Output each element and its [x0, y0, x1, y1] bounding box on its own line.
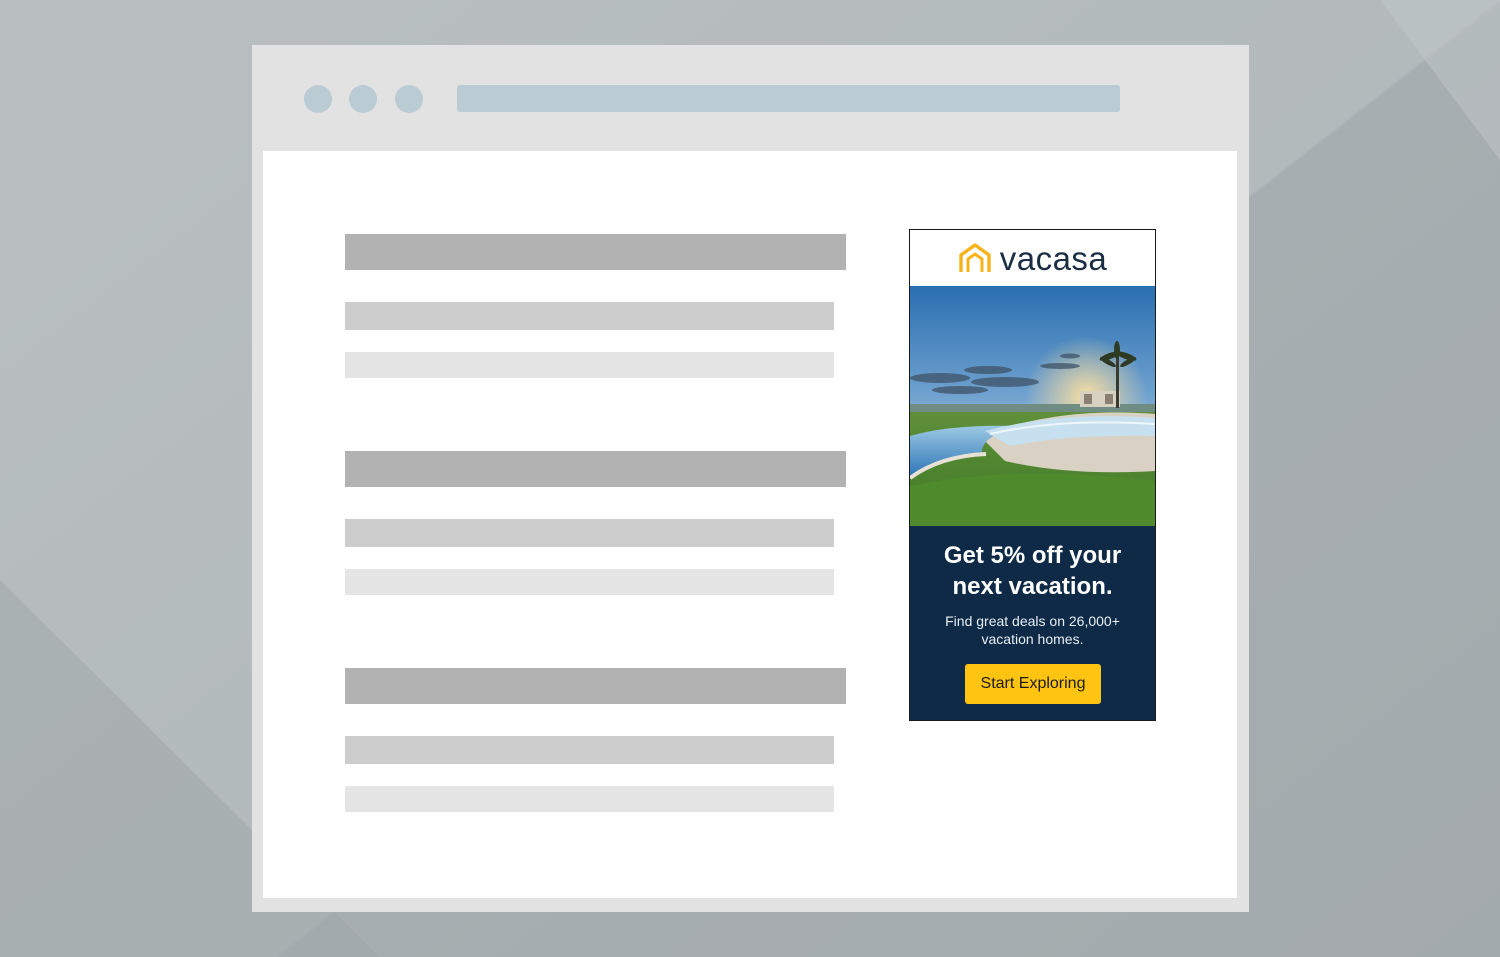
- placeholder-text-line: [345, 519, 834, 547]
- placeholder-text-line: [345, 302, 834, 330]
- window-control-dot[interactable]: [395, 85, 423, 113]
- start-exploring-button[interactable]: Start Exploring: [965, 664, 1101, 704]
- pool-sunset-photo: [910, 286, 1155, 526]
- ad-subtext: Find great deals on 26,000+ vacation hom…: [910, 612, 1155, 648]
- placeholder-text-line: [345, 786, 834, 812]
- placeholder-text-line: [345, 736, 834, 764]
- placeholder-text-line: [345, 569, 834, 595]
- ad-headline: Get 5% off your next vacation.: [910, 540, 1155, 602]
- browser-window: vacasa Get 5% off your next vacation. Fi…: [252, 45, 1249, 912]
- ad-logo[interactable]: vacasa: [910, 230, 1155, 286]
- address-bar[interactable]: [457, 85, 1120, 112]
- placeholder-heading: [345, 451, 846, 487]
- ad-subtext-line: Find great deals on 26,000+: [945, 613, 1120, 629]
- placeholder-heading: [345, 668, 846, 704]
- window-control-dot[interactable]: [304, 85, 332, 113]
- house-icon: [959, 243, 991, 272]
- ad-headline-line: next vacation.: [952, 573, 1113, 600]
- page-viewport: vacasa Get 5% off your next vacation. Fi…: [263, 151, 1237, 898]
- ad-text-panel: Get 5% off your next vacation. Find grea…: [910, 526, 1155, 720]
- brand-name: vacasa: [999, 239, 1108, 277]
- placeholder-text-line: [345, 352, 834, 378]
- placeholder-heading: [345, 234, 846, 270]
- window-control-dot[interactable]: [349, 85, 377, 113]
- ad-headline-line: Get 5% off your: [943, 542, 1122, 569]
- ad-subtext-line: vacation homes.: [981, 631, 1084, 647]
- display-ad[interactable]: vacasa Get 5% off your next vacation. Fi…: [909, 229, 1156, 721]
